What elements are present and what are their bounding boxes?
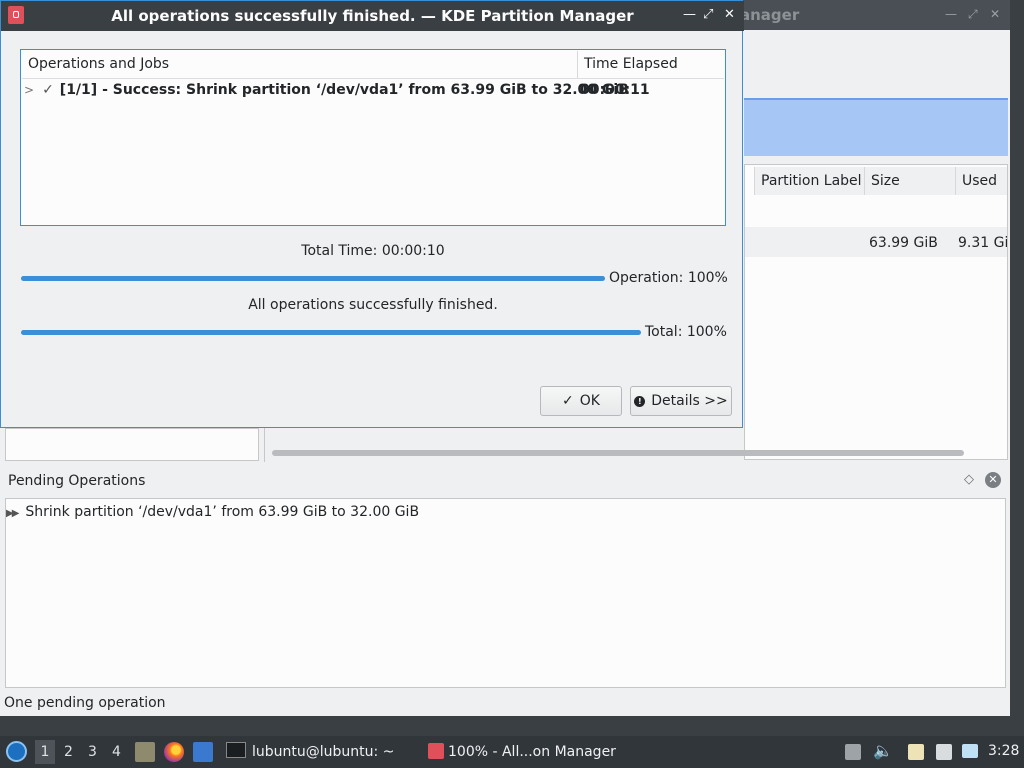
list-item[interactable]: ▶▶ Shrink partition ‘/dev/vda1’ from 63.9… bbox=[6, 504, 419, 520]
column-size[interactable]: Size bbox=[864, 167, 955, 195]
task-terminal[interactable]: lubuntu@lubuntu: ~ bbox=[222, 739, 418, 765]
volume-icon[interactable]: 🔈 bbox=[873, 741, 893, 760]
status-bar: One pending operation bbox=[4, 695, 166, 711]
close-icon[interactable]: ✕ bbox=[724, 7, 735, 22]
info-icon: ! bbox=[634, 396, 646, 407]
checkmark-icon: ✓ bbox=[562, 393, 574, 409]
battery-icon[interactable] bbox=[845, 744, 861, 760]
jobs-tree-header: Operations and Jobs Time Elapsed bbox=[22, 51, 724, 79]
clipboard-icon[interactable] bbox=[908, 744, 924, 760]
device-graphic[interactable] bbox=[744, 98, 1008, 156]
pending-operations-header: Pending Operations bbox=[8, 473, 146, 489]
device-list-pane[interactable] bbox=[5, 428, 259, 461]
maximize-icon[interactable]: ⤢ bbox=[703, 7, 713, 22]
desktop-4-button[interactable]: 4 bbox=[112, 744, 121, 760]
ok-button-label: OK bbox=[579, 393, 600, 409]
clock[interactable]: 3:28 bbox=[988, 743, 1019, 759]
update-notifier-icon[interactable] bbox=[962, 744, 978, 758]
partition-table[interactable]: Partition Label Size Used 63.99 GiB 9.31… bbox=[744, 164, 1008, 460]
table-row[interactable]: > ✓ [1/1] - Success: Shrink partition ‘/de… bbox=[24, 82, 629, 98]
dialog-title: All operations successfully finished. — … bbox=[111, 7, 634, 25]
expand-arrow-icon[interactable]: > bbox=[24, 83, 34, 97]
task-terminal-label: lubuntu@lubuntu: ~ bbox=[252, 744, 395, 760]
total-time: Total Time: 00:00:10 bbox=[301, 243, 445, 259]
cell-size: 63.99 GiB bbox=[869, 235, 938, 251]
close-panel-icon[interactable]: ✕ bbox=[985, 472, 1001, 488]
desktop-2-button[interactable]: 2 bbox=[64, 744, 73, 760]
dialog-titlebar: All operations successfully finished. — … bbox=[1, 1, 744, 31]
desktop-3-button[interactable]: 3 bbox=[88, 744, 97, 760]
operation-progress-fill bbox=[21, 276, 605, 281]
pending-operation-label: Shrink partition ‘/dev/vda1’ from 63.99 … bbox=[25, 504, 420, 520]
operation-progress-label: Operation: 100% bbox=[609, 270, 728, 286]
column-time-elapsed[interactable]: Time Elapsed bbox=[584, 56, 678, 72]
total-progress-fill bbox=[21, 330, 641, 335]
column-used[interactable]: Used bbox=[955, 167, 1007, 195]
details-button-label: Details >> bbox=[651, 393, 728, 409]
job-label: [1/1] - Success: Shrink partition ‘/dev/… bbox=[59, 82, 629, 98]
show-desktop-icon[interactable] bbox=[193, 742, 213, 762]
taskbar: 1 2 3 4 lubuntu@lubuntu: ~ 100% - All...… bbox=[0, 736, 1024, 768]
minimize-icon[interactable]: — bbox=[945, 7, 957, 21]
minimize-icon[interactable]: — bbox=[683, 7, 696, 22]
partition-pane-footer bbox=[264, 428, 1008, 462]
terminal-icon bbox=[226, 742, 246, 758]
operation-arrow-icon: ▶▶ bbox=[6, 508, 19, 519]
horizontal-scrollbar[interactable] bbox=[272, 450, 964, 456]
maximize-icon[interactable]: ⤢ bbox=[968, 7, 978, 22]
total-progress-bar bbox=[21, 330, 641, 335]
progress-dialog: All operations successfully finished. — … bbox=[0, 0, 744, 428]
checkmark-icon: ✓ bbox=[42, 82, 54, 98]
operation-progress-bar bbox=[21, 276, 605, 281]
total-progress-label: Total: 100% bbox=[645, 324, 727, 340]
network-icon[interactable] bbox=[936, 744, 952, 760]
float-panel-icon[interactable]: ◇ bbox=[964, 472, 974, 487]
task-partition-manager[interactable]: 100% - All...on Manager bbox=[424, 739, 824, 765]
column-operations-and-jobs[interactable]: Operations and Jobs bbox=[28, 56, 169, 72]
column-divider[interactable] bbox=[577, 51, 578, 78]
pending-operations-list[interactable] bbox=[5, 498, 1006, 688]
details-button[interactable]: ! Details >> bbox=[630, 386, 732, 416]
column-partition-label[interactable]: Partition Label bbox=[754, 167, 871, 195]
start-menu-icon[interactable] bbox=[6, 741, 27, 762]
main-window-title: anager bbox=[740, 6, 800, 24]
ok-button[interactable]: ✓ OK bbox=[540, 386, 622, 416]
jobs-tree[interactable]: Operations and Jobs Time Elapsed > ✓ [1/1]… bbox=[20, 49, 726, 226]
file-manager-icon[interactable] bbox=[135, 742, 155, 762]
task-partition-manager-label: 100% - All...on Manager bbox=[448, 744, 616, 760]
cell-used: 9.31 Gil bbox=[958, 235, 1008, 251]
close-icon[interactable]: ✕ bbox=[990, 7, 1000, 21]
desktop-1-button[interactable]: 1 bbox=[35, 740, 55, 764]
job-time-elapsed: 00:00:11 bbox=[580, 82, 650, 98]
firefox-icon[interactable] bbox=[164, 742, 184, 762]
status-message: All operations successfully finished. bbox=[248, 297, 498, 313]
partition-manager-icon bbox=[428, 743, 444, 759]
